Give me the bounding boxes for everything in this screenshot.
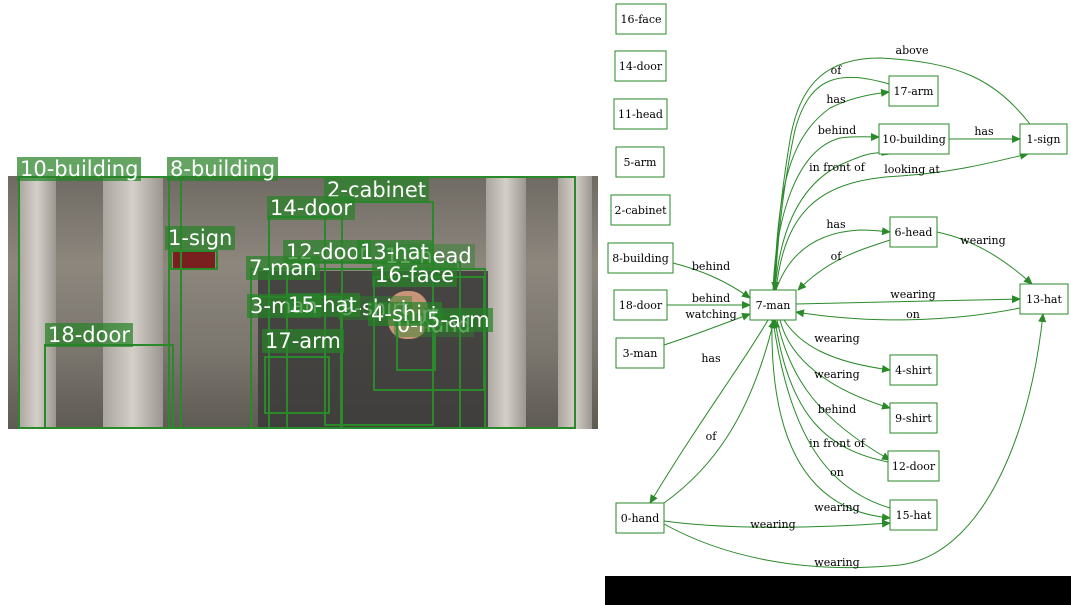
node-label-7-man: 7-man	[756, 299, 791, 312]
edge-label-e-has-0: has	[701, 352, 721, 365]
edge-e-wearing-4	[783, 319, 891, 373]
node-label-9-shirt: 9-shirt	[895, 412, 932, 425]
node-label-11-head: 11-head	[618, 108, 663, 121]
edge-label-e-wearing-15: wearing	[814, 501, 859, 514]
edge-label-e-wearing-6: wearing	[960, 234, 1005, 247]
edge-label-e-wearing-13: wearing	[890, 288, 935, 301]
node-label-3-man: 3-man	[623, 347, 658, 360]
edge-label-e-looking: looking at	[884, 163, 940, 176]
node-label-10-building: 10-building	[882, 133, 946, 146]
node-label-13-hat: 13-hat	[1026, 293, 1062, 306]
node-label-8-building: 8-building	[612, 252, 669, 265]
node-label-2-cabinet: 2-cabinet	[614, 204, 667, 217]
edge-label-e-wearing-4: wearing	[814, 332, 859, 345]
edge-label-e-has-sign: has	[974, 125, 994, 138]
edge-label-e-has-17: has	[826, 93, 846, 106]
node-label-4-shirt: 4-shirt	[895, 364, 932, 377]
edge-label-e-on-15: on	[830, 466, 844, 479]
edge-label-e-on-13: on	[906, 308, 920, 321]
node-label-0-hand: 0-hand	[621, 512, 659, 525]
edge-label-e-of-17: of	[831, 64, 843, 77]
node-label-18-door: 18-door	[619, 299, 663, 312]
edge-e-of-6	[797, 239, 891, 291]
footer-bar	[605, 576, 1071, 605]
edge-label-e-behind-10: behind	[818, 124, 856, 137]
node-label-15-hat: 15-hat	[896, 509, 932, 522]
edge-label-e-wearing-0-13: wearing	[814, 556, 859, 569]
node-label-12-door: 12-door	[892, 460, 936, 473]
node-label-5-arm: 5-arm	[624, 156, 658, 169]
node-label-16-face: 16-face	[620, 13, 661, 26]
edge-label-e-has-6: has	[826, 218, 846, 231]
edge-label-e-wearing-0-15: wearing	[750, 518, 795, 531]
edge-label-e-behind-12: behind	[818, 403, 856, 416]
edge-label-e-infront-12: in front of	[809, 437, 866, 450]
node-label-17-arm: 17-arm	[894, 85, 935, 98]
node-label-6-head: 6-head	[895, 226, 933, 239]
node-label-14-door: 14-door	[619, 60, 663, 73]
scene-graph: above of has behind has in front of looking at…	[607, 3, 1069, 569]
edge-label-e-of-6: of	[831, 250, 843, 263]
edge-label-e-behind-8: behind	[692, 260, 730, 273]
edge-label-e-infront-10: in front of	[809, 161, 866, 174]
edge-label-e-wearing-9: wearing	[814, 368, 859, 381]
edge-label-e-above: above	[896, 44, 929, 57]
edge-e-wearing-15	[771, 319, 891, 522]
edge-e-of-0	[663, 319, 777, 504]
node-label-1-sign: 1-sign	[1026, 133, 1060, 146]
edge-e-has-0	[649, 319, 769, 504]
edge-label-e-watching: watching	[685, 308, 736, 321]
edge-label-e-behind-18: behind	[692, 292, 730, 305]
edge-label-e-of-0: of	[706, 430, 718, 443]
